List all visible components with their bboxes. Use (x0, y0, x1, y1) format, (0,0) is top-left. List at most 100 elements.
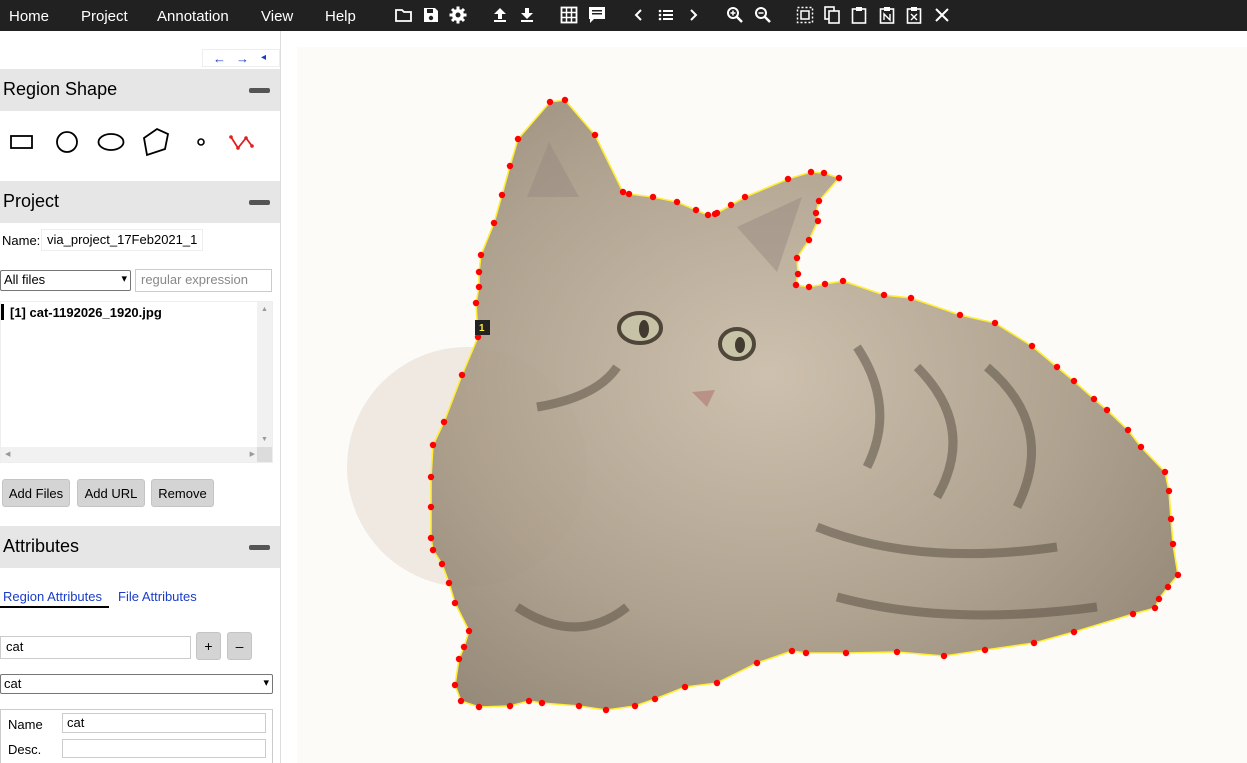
region-vertex[interactable] (591, 131, 599, 139)
select-all-icon[interactable] (796, 6, 814, 24)
paste-n-icon[interactable] (878, 6, 896, 24)
folder-open-icon[interactable] (395, 6, 413, 24)
region-vertex[interactable] (427, 473, 435, 481)
region-vertex[interactable] (1070, 628, 1078, 636)
region-vertex[interactable] (805, 236, 813, 244)
region-vertex[interactable] (619, 188, 627, 196)
circle-shape-icon[interactable] (52, 127, 82, 157)
region-vertex[interactable] (649, 193, 657, 201)
region-vertex[interactable] (475, 283, 483, 291)
list-icon[interactable] (657, 6, 675, 24)
zoom-in-icon[interactable] (726, 6, 744, 24)
region-vertex[interactable] (427, 534, 435, 542)
polyline-shape-icon[interactable] (228, 127, 258, 157)
ellipse-shape-icon[interactable] (96, 127, 126, 157)
region-vertex[interactable] (792, 281, 800, 289)
prev-arrow-icon[interactable]: ← (213, 51, 226, 66)
region-vertex[interactable] (1028, 342, 1036, 350)
scroll-down-icon[interactable]: ▼ (261, 436, 268, 443)
close-icon[interactable] (933, 6, 951, 24)
scroll-left-icon[interactable]: ◀ (5, 450, 10, 458)
upload-icon[interactable] (491, 6, 509, 24)
next-arrow-icon[interactable]: → (236, 51, 249, 66)
region-vertex[interactable] (1137, 443, 1145, 451)
menu-annotation[interactable]: Annotation (157, 8, 229, 26)
region-vertex[interactable] (429, 546, 437, 554)
scroll-right-icon[interactable]: ▶ (250, 450, 255, 458)
scroll-up-icon[interactable]: ▲ (261, 306, 268, 313)
region-vertex[interactable] (681, 683, 689, 691)
save-icon[interactable] (422, 6, 440, 24)
region-vertex[interactable] (506, 162, 514, 170)
menu-view[interactable]: View (261, 8, 293, 26)
region-vertex[interactable] (1090, 395, 1098, 403)
delete-attribute-button[interactable]: – (227, 632, 252, 660)
region-vertex[interactable] (451, 681, 459, 689)
region-vertex[interactable] (880, 291, 888, 299)
region-vertex[interactable] (821, 280, 829, 288)
region-vertex[interactable] (673, 198, 681, 206)
region-vertex[interactable] (429, 441, 437, 449)
region-vertex[interactable] (805, 283, 813, 291)
rectangle-shape-icon[interactable] (7, 127, 37, 157)
annotation-canvas-svg[interactable]: 1 (297, 47, 1247, 763)
region-vertex[interactable] (457, 697, 465, 705)
region-vertex[interactable] (794, 270, 802, 278)
region-vertex[interactable] (956, 311, 964, 319)
copy-icon[interactable] (823, 6, 841, 24)
region-vertex[interactable] (602, 706, 610, 714)
region-vertex[interactable] (727, 201, 735, 209)
region-vertex[interactable] (1161, 468, 1169, 476)
region-vertex[interactable] (1167, 515, 1175, 523)
region-vertex[interactable] (741, 193, 749, 201)
region-vertex[interactable] (1165, 487, 1173, 495)
region-vertex[interactable] (455, 655, 463, 663)
region-vertex[interactable] (651, 695, 659, 703)
region-vertex[interactable] (458, 371, 466, 379)
region-vertex[interactable] (1129, 610, 1137, 618)
add-attribute-button[interactable]: + (196, 632, 221, 660)
menu-home[interactable]: Home (9, 8, 49, 26)
region-vertex[interactable] (498, 191, 506, 199)
region-vertex[interactable] (1174, 571, 1182, 579)
add-files-button[interactable]: Add Files (2, 479, 70, 507)
region-vertex[interactable] (477, 251, 485, 259)
download-icon[interactable] (518, 6, 536, 24)
paste-icon[interactable] (850, 6, 868, 24)
chevron-right-icon[interactable] (684, 6, 702, 24)
add-url-button[interactable]: Add URL (77, 479, 145, 507)
region-vertex[interactable] (713, 679, 721, 687)
horizontal-scrollbar[interactable]: ◀ ▶ (1, 447, 259, 462)
region-vertex[interactable] (981, 646, 989, 654)
comment-icon[interactable] (588, 6, 606, 24)
vertical-scrollbar[interactable]: ▲ ▼ (257, 302, 272, 447)
region-vertex[interactable] (427, 503, 435, 511)
project-name-input[interactable]: via_project_17Feb2021_1 (41, 229, 203, 251)
region-vertex[interactable] (835, 174, 843, 182)
region-vertex[interactable] (815, 197, 823, 205)
region-vertex[interactable] (1053, 363, 1061, 371)
region-vertex[interactable] (631, 702, 639, 710)
project-header[interactable]: Project (0, 181, 280, 223)
region-vertex[interactable] (1103, 406, 1111, 414)
polygon-shape-icon[interactable] (141, 127, 171, 157)
region-vertex[interactable] (802, 649, 810, 657)
region-vertex[interactable] (1151, 604, 1159, 612)
region-vertex[interactable] (438, 560, 446, 568)
image-canvas[interactable]: 1 (297, 47, 1247, 763)
region-vertex[interactable] (784, 175, 792, 183)
region-vertex[interactable] (907, 294, 915, 302)
region-vertex[interactable] (475, 703, 483, 711)
region-vertex[interactable] (814, 217, 822, 225)
attr-desc-input[interactable] (62, 739, 266, 758)
region-vertex[interactable] (1030, 639, 1038, 647)
region-vertex[interactable] (820, 169, 828, 177)
region-vertex[interactable] (893, 648, 901, 656)
region-vertex[interactable] (1164, 583, 1172, 591)
settings-icon[interactable] (449, 6, 467, 24)
region-vertex[interactable] (1070, 377, 1078, 385)
delete-icon[interactable] (905, 6, 923, 24)
region-vertex[interactable] (546, 98, 554, 106)
regex-filter-input[interactable]: regular expression (135, 269, 272, 292)
region-vertex[interactable] (525, 697, 533, 705)
